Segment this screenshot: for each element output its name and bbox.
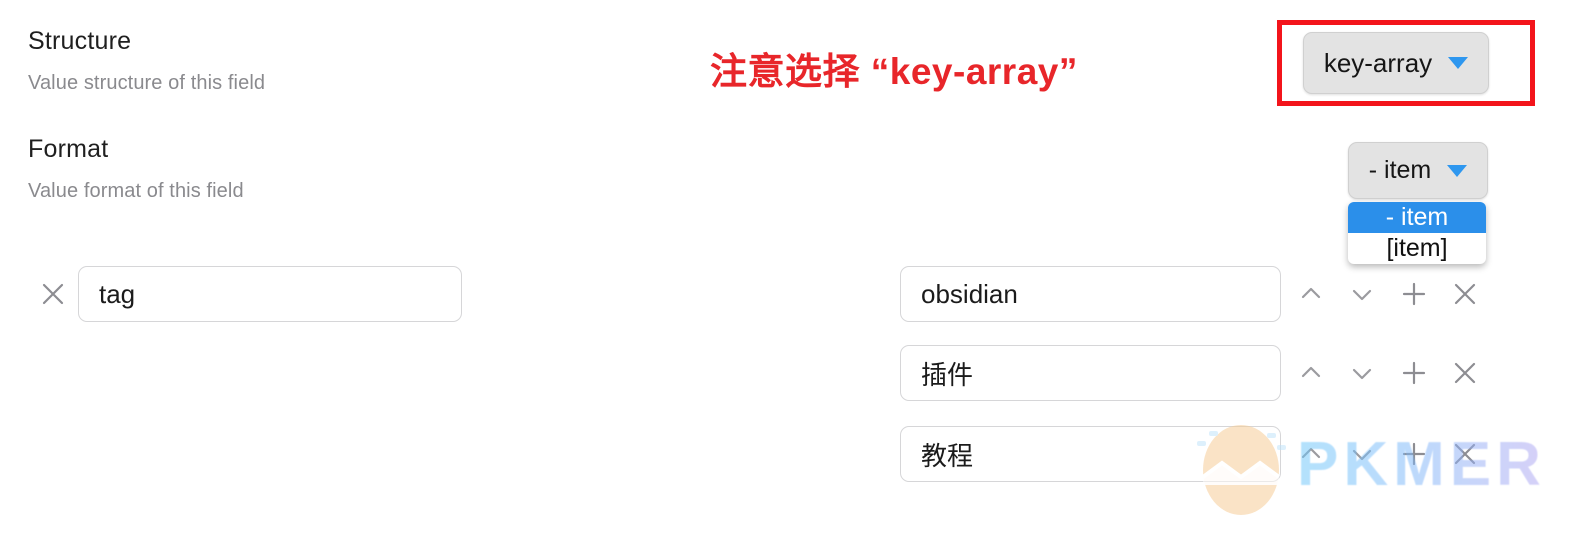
row-actions-1	[1294, 356, 1500, 390]
structure-setting-title: Structure	[28, 27, 132, 55]
row-actions-0	[1294, 277, 1500, 311]
value-input-2[interactable]: 教程	[900, 426, 1281, 482]
add-row-plus-icon[interactable]	[1397, 437, 1431, 471]
highlight-rectangle	[1277, 20, 1535, 106]
settings-panel: Structure Value structure of this field …	[0, 0, 1590, 540]
format-select[interactable]: - item	[1348, 142, 1488, 199]
move-down-chevron-down-icon[interactable]	[1345, 277, 1379, 311]
move-down-chevron-down-icon[interactable]	[1345, 356, 1379, 390]
format-setting-title: Format	[28, 135, 109, 163]
format-dropdown-list[interactable]: - item [item]	[1348, 202, 1486, 264]
dropdown-option-item-bracket[interactable]: [item]	[1348, 233, 1486, 264]
remove-row-close-icon[interactable]	[1448, 356, 1482, 390]
key-input[interactable]: tag	[78, 266, 462, 322]
move-up-chevron-up-icon[interactable]	[1294, 277, 1328, 311]
format-select-value: - item	[1368, 156, 1432, 184]
dropdown-option-item-dash[interactable]: - item	[1348, 202, 1486, 233]
move-up-chevron-up-icon[interactable]	[1294, 437, 1328, 471]
chevron-down-icon	[1447, 164, 1468, 177]
format-setting-description: Value format of this field	[28, 180, 244, 202]
remove-row-close-icon[interactable]	[1448, 277, 1482, 311]
value-input-0[interactable]: obsidian	[900, 266, 1281, 322]
remove-row-close-icon[interactable]	[1448, 437, 1482, 471]
add-row-plus-icon[interactable]	[1397, 356, 1431, 390]
row-actions-2	[1294, 437, 1500, 471]
add-row-plus-icon[interactable]	[1397, 277, 1431, 311]
move-down-chevron-down-icon[interactable]	[1345, 437, 1379, 471]
structure-setting-description: Value structure of this field	[28, 72, 266, 94]
annotation-text: 注意选择 “key-array”	[710, 51, 1078, 92]
value-input-1[interactable]: 插件	[900, 345, 1281, 401]
remove-key-close-icon[interactable]	[36, 277, 70, 311]
move-up-chevron-up-icon[interactable]	[1294, 356, 1328, 390]
